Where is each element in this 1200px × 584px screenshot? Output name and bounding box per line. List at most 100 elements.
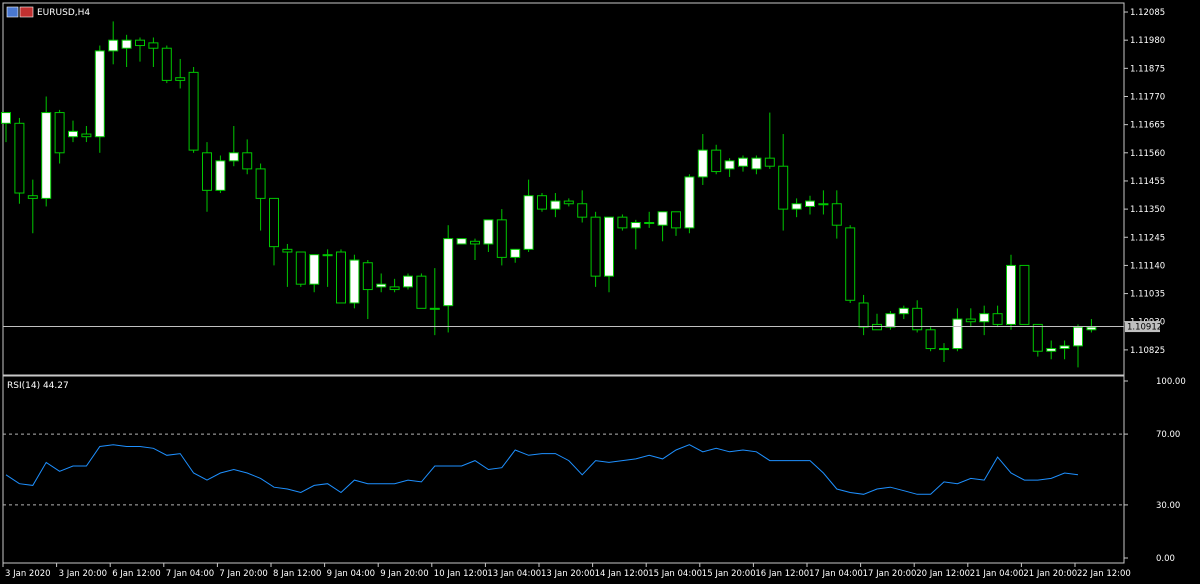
- time-tick-label: 20 Jan 12:00: [916, 569, 970, 579]
- time-tick-label: 21 Jan 04:00: [970, 569, 1024, 579]
- rsi-tick-label: 100.00: [1156, 377, 1186, 387]
- candle-body: [590, 216, 601, 277]
- candle-body: [456, 238, 467, 245]
- candle-body: [671, 211, 681, 229]
- time-tick-label: 17 Jan 20:00: [863, 569, 917, 579]
- candle-body: [68, 130, 78, 138]
- candle-body: [778, 165, 789, 210]
- candle-body: [282, 248, 293, 253]
- candle-body: [617, 216, 628, 229]
- symbol-timeframe-label: EURUSD,H4: [37, 8, 90, 18]
- candle-body: [791, 203, 802, 210]
- candle-body: [403, 275, 413, 288]
- candle-body: [764, 157, 775, 167]
- candle-body: [872, 323, 882, 331]
- candle-body: [336, 251, 346, 304]
- candle-body: [1019, 264, 1030, 325]
- candle-body: [711, 149, 722, 173]
- candle-body: [657, 211, 668, 226]
- candle-body: [604, 216, 614, 277]
- price-tick-label: 1.11770: [1130, 92, 1165, 102]
- candle-body: [54, 112, 65, 154]
- candle-body: [389, 286, 400, 291]
- candle-body: [1032, 323, 1043, 352]
- price-tick-label: 1.11980: [1130, 36, 1165, 46]
- candle-body: [429, 307, 440, 310]
- candle-body: [831, 203, 842, 226]
- candle-body: [563, 200, 574, 205]
- time-tick-label: 7 Jan 20:00: [219, 569, 267, 579]
- candle-body: [858, 302, 869, 328]
- candle-body: [228, 152, 239, 162]
- candle-body: [952, 318, 963, 350]
- candle-body: [818, 203, 829, 206]
- candle-body: [269, 197, 279, 248]
- candle-body: [537, 195, 547, 210]
- time-tick-label: 9 Jan 20:00: [380, 569, 428, 579]
- last-price-tag: 1.10912: [1125, 321, 1162, 333]
- chart-canvas: EURUSD,H4 1.12085 1.11980 1.11875 1.11770 1.…: [0, 0, 1200, 584]
- candle-body: [175, 77, 186, 81]
- time-tick-label: 13 Jan 04:00: [487, 569, 541, 579]
- candle-body: [697, 149, 708, 178]
- candle-body: [470, 240, 480, 245]
- time-tick-label: 15 Jan 20:00: [702, 569, 756, 579]
- time-tick-label: 21 Jan 20:00: [1023, 569, 1077, 579]
- candle-body: [135, 39, 145, 47]
- price-tick-label: 1.11560: [1130, 149, 1165, 159]
- price-tick-label: 1.11140: [1130, 261, 1165, 271]
- candle-body: [27, 195, 38, 199]
- candle-body: [349, 259, 360, 304]
- candle-body: [108, 39, 119, 52]
- candle-body: [630, 222, 641, 229]
- candle-body: [416, 275, 427, 309]
- price-tick-label: 1.11350: [1130, 205, 1165, 215]
- candle-body: [979, 313, 990, 323]
- time-tick-label: 16 Jan 12:00: [755, 569, 809, 579]
- candle-body: [483, 219, 494, 245]
- time-tick-label: 8 Jan 12:00: [273, 569, 321, 579]
- candle-body: [255, 168, 266, 199]
- candle-body: [242, 152, 253, 170]
- chart-window-icon: [6, 6, 19, 18]
- candle-body: [496, 219, 507, 258]
- candle-body: [805, 200, 815, 207]
- candle-body: [362, 262, 373, 291]
- candle-body: [644, 222, 655, 225]
- price-tick-label: 1.10825: [1130, 346, 1165, 356]
- candle-body: [898, 307, 909, 315]
- candle-body: [523, 195, 534, 250]
- time-tick-label: 9 Jan 04:00: [327, 569, 375, 579]
- candle-body: [845, 227, 856, 301]
- candle-body: [322, 254, 333, 257]
- candle-body: [684, 176, 695, 229]
- candle-body: [215, 160, 226, 191]
- candle-body: [939, 348, 949, 351]
- candle-body: [14, 122, 25, 194]
- candle-body: [965, 318, 976, 323]
- rsi-label: RSI(14) 44.27: [7, 381, 69, 391]
- time-tick-label: 6 Jan 12:00: [112, 569, 160, 579]
- candle-body: [510, 248, 521, 258]
- candle-body: [121, 39, 132, 49]
- last-price-label: 1.10912: [1127, 323, 1162, 333]
- flag-icon: [19, 6, 34, 18]
- candle-body: [724, 160, 735, 170]
- price-tick-label: 1.12085: [1130, 8, 1165, 18]
- candle-body: [1086, 326, 1097, 331]
- candle-body: [738, 157, 748, 167]
- candle-body: [81, 133, 92, 138]
- candle-body: [925, 329, 936, 350]
- candle-body: [309, 254, 320, 285]
- candle-body: [148, 42, 159, 49]
- rsi-tick-label: 70.00: [1156, 430, 1180, 440]
- price-tick-label: 1.11665: [1130, 121, 1165, 131]
- candle-body: [41, 112, 52, 199]
- candle-body: [188, 71, 199, 151]
- candle-body: [295, 251, 306, 285]
- candle-body: [376, 283, 387, 288]
- candle-body: [161, 47, 172, 81]
- time-tick-label: 22 Jan 12:00: [1077, 569, 1131, 579]
- time-tick-label: 3 Jan 2020: [5, 569, 51, 579]
- candle-body: [1006, 264, 1016, 325]
